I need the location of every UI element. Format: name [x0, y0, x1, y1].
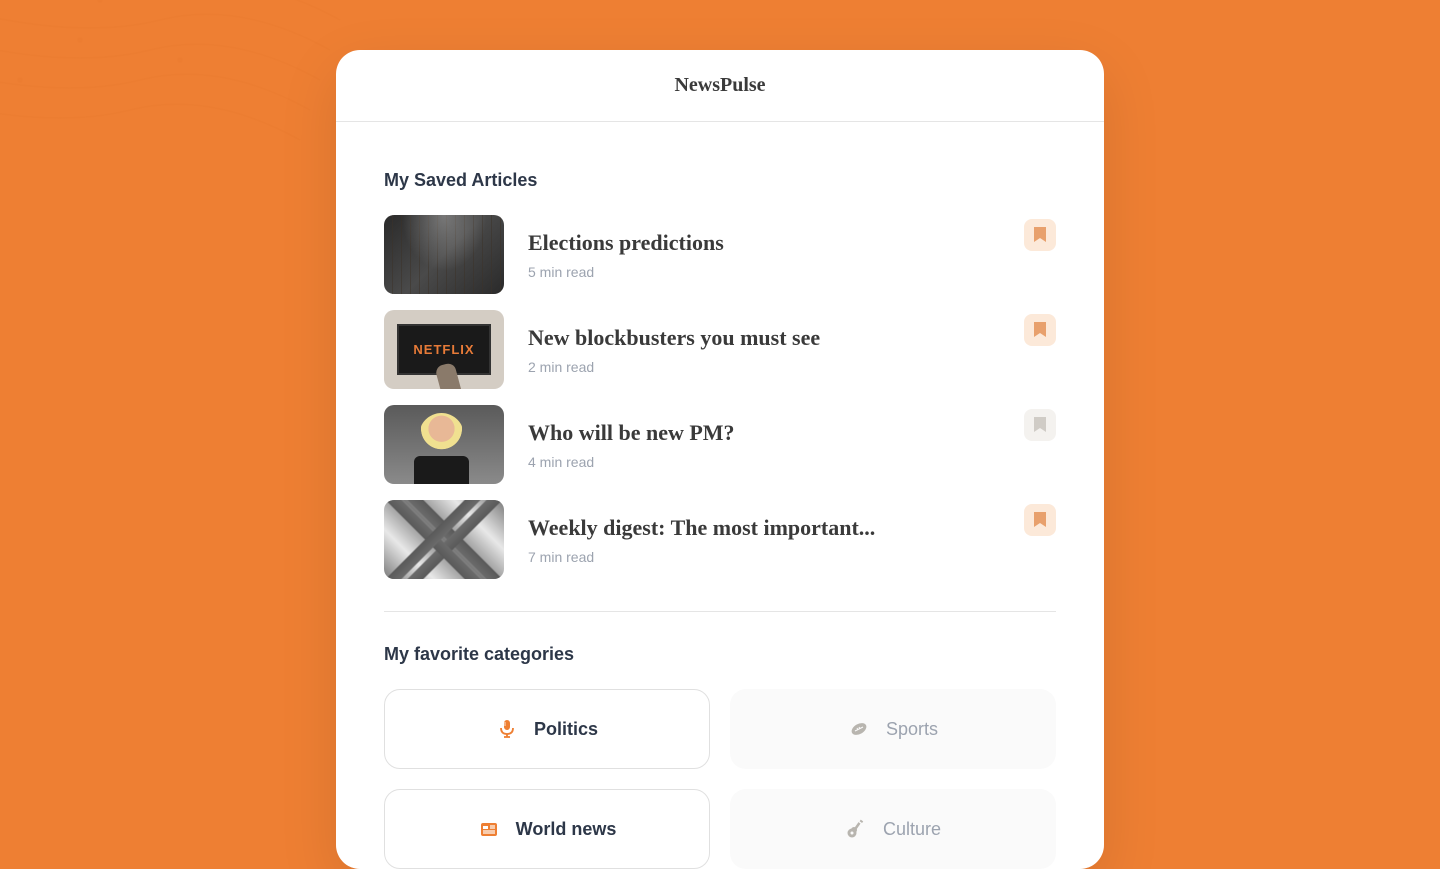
bookmark-button[interactable]: [1024, 409, 1056, 441]
section-divider: [384, 611, 1056, 612]
article-read-time: 2 min read: [528, 359, 1000, 375]
article-title: New blockbusters you must see: [528, 325, 1000, 351]
categories-title: My favorite categories: [384, 644, 1056, 665]
app-card: NewsPulse My Saved Articles Elections pr…: [336, 50, 1104, 869]
article-read-time: 5 min read: [528, 264, 1000, 280]
app-title: NewsPulse: [336, 74, 1104, 97]
article-title: Elections predictions: [528, 230, 1000, 256]
article-thumbnail: [384, 310, 504, 389]
article-info: Elections predictions 5 min read: [528, 230, 1000, 280]
category-politics[interactable]: Politics: [384, 689, 710, 769]
category-label: Politics: [534, 719, 598, 740]
article-info: Who will be new PM? 4 min read: [528, 420, 1000, 470]
bookmark-button[interactable]: [1024, 219, 1056, 251]
guitar-icon: [845, 818, 867, 840]
article-item[interactable]: Elections predictions 5 min read: [384, 215, 1056, 294]
bookmark-icon: [1033, 322, 1047, 338]
bookmark-icon: [1033, 417, 1047, 433]
football-icon: [848, 718, 870, 740]
article-thumbnail: [384, 405, 504, 484]
article-thumbnail: [384, 500, 504, 579]
article-read-time: 7 min read: [528, 549, 1000, 565]
category-label: Sports: [886, 719, 938, 740]
category-label: World news: [516, 819, 617, 840]
bookmark-icon: [1033, 227, 1047, 243]
news-icon: [478, 818, 500, 840]
article-info: New blockbusters you must see 2 min read: [528, 325, 1000, 375]
app-header: NewsPulse: [336, 50, 1104, 122]
bookmark-button[interactable]: [1024, 314, 1056, 346]
bookmark-button[interactable]: [1024, 504, 1056, 536]
article-read-time: 4 min read: [528, 454, 1000, 470]
saved-articles-title: My Saved Articles: [384, 170, 1056, 191]
article-item[interactable]: Weekly digest: The most important... 7 m…: [384, 500, 1056, 579]
article-item[interactable]: New blockbusters you must see 2 min read: [384, 310, 1056, 389]
article-title: Weekly digest: The most important...: [528, 515, 1000, 541]
article-item[interactable]: Who will be new PM? 4 min read: [384, 405, 1056, 484]
category-label: Culture: [883, 819, 941, 840]
category-sports[interactable]: Sports: [730, 689, 1056, 769]
microphone-icon: [496, 718, 518, 740]
category-world-news[interactable]: World news: [384, 789, 710, 869]
categories-grid: Politics Sports: [384, 689, 1056, 869]
main-content: My Saved Articles Elections predictions …: [336, 122, 1104, 869]
bookmark-icon: [1033, 512, 1047, 528]
article-title: Who will be new PM?: [528, 420, 1000, 446]
article-info: Weekly digest: The most important... 7 m…: [528, 515, 1000, 565]
article-thumbnail: [384, 215, 504, 294]
category-culture[interactable]: Culture: [730, 789, 1056, 869]
article-list: Elections predictions 5 min read New blo…: [384, 215, 1056, 611]
